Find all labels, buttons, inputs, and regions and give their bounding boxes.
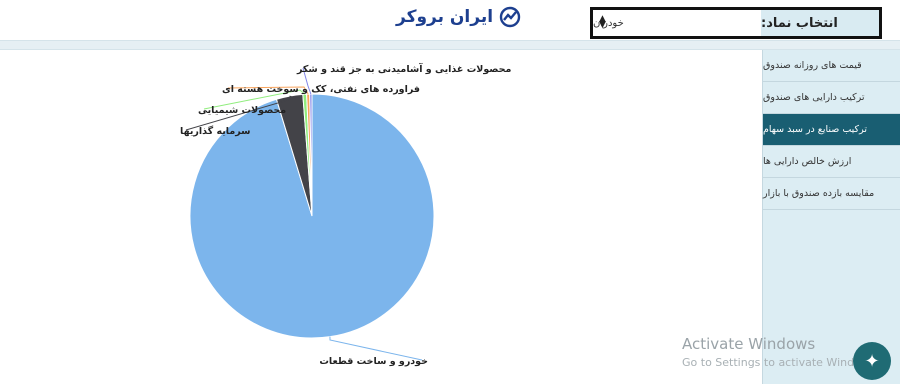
- sidebar: قیمت های روزانه صندوق ترکیب دارایی های ص…: [762, 50, 900, 384]
- chart-trend-icon: [499, 6, 521, 28]
- pie-chart: خودرو و ساخت قطعات سرمایه گذاریها محصولات …: [180, 62, 512, 367]
- logo-text: ایران بروکر: [396, 7, 494, 27]
- pie-label: محصولات غذایی و آشامیدنی به جز قند و شکر: [296, 62, 512, 75]
- sidebar-item-market-comparison[interactable]: مقایسه بازده صندوق با بازار: [763, 178, 900, 210]
- symbol-select[interactable]: خودران ▲ ▼: [593, 10, 767, 36]
- pie-label: فراورده های نفتی، کک و سوخت هسته ای: [222, 84, 420, 95]
- pie-label: خودرو و ساخت قطعات: [319, 356, 428, 367]
- pie-label: سرمایه گذاریها: [180, 125, 250, 137]
- sparkle-icon[interactable]: ✦: [853, 342, 891, 380]
- symbol-value: خودران: [593, 17, 624, 29]
- sidebar-item-asset-composition[interactable]: ترکیب دارایی های صندوق: [763, 82, 900, 114]
- header: ایران بروکر خودران ▲ ▼ انتخاب نماد:: [0, 0, 900, 40]
- symbol-label: انتخاب نماد:: [761, 10, 879, 36]
- sidebar-item-industry-composition[interactable]: ترکیب صنایع در سبد سهام: [763, 114, 900, 146]
- watermark-title: Activate Windows: [682, 335, 816, 353]
- sidebar-item-daily-prices[interactable]: قیمت های روزانه صندوق: [763, 50, 900, 82]
- symbol-selector: خودران ▲ ▼ انتخاب نماد:: [590, 7, 882, 39]
- header-divider: [0, 40, 900, 50]
- sort-caret-icon: ▲ ▼: [599, 14, 606, 30]
- logo[interactable]: ایران بروکر: [396, 4, 521, 30]
- pie-label: محصولات شیمیایی: [198, 105, 286, 116]
- sidebar-item-nav[interactable]: ارزش خالص دارایی ها: [763, 146, 900, 178]
- watermark-subtitle: Go to Settings to activate Windows.: [682, 356, 880, 369]
